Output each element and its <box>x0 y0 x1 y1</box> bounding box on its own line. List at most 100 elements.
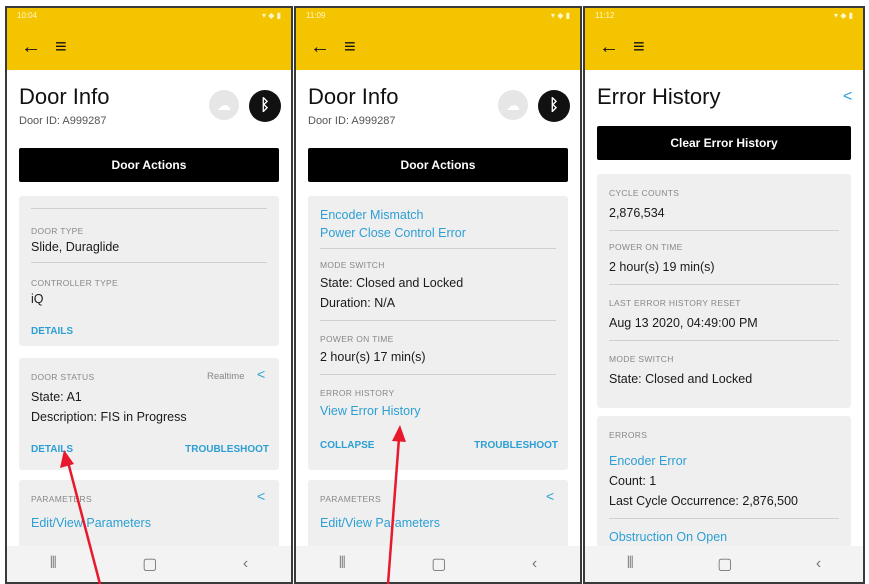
phone-screen-door-info-2: 11:09 ▾ ◆ ▮ ← ≡ Door Info Door ID: A9992… <box>294 6 582 584</box>
share-icon[interactable]: < <box>257 488 265 504</box>
troubleshoot-link[interactable]: TROUBLESHOOT <box>185 444 269 455</box>
mode-duration: Duration: N/A <box>320 296 396 310</box>
content-area: Error History < Clear Error History CYCL… <box>585 70 863 546</box>
errors-card: ERRORS Encoder Error Count: 1 Last Cycle… <box>597 416 851 546</box>
door-id: Door ID: A999287 <box>19 115 107 127</box>
android-nav-bar: ⦀ ▢ ‹ <box>585 546 863 582</box>
divider <box>609 284 839 285</box>
content-area: Door Info Door ID: A999287 ☁ ᛒ Door Acti… <box>7 70 291 546</box>
android-nav-bar: ⦀ ▢ ‹ <box>7 546 291 582</box>
cycle-counts-value: 2,876,534 <box>609 206 665 220</box>
door-state: State: A1 <box>31 390 82 404</box>
page-title: Door Info <box>19 84 110 109</box>
divider <box>31 262 267 263</box>
controller-type-value: iQ <box>31 292 44 306</box>
edit-parameters-link[interactable]: Edit/View Parameters <box>31 516 151 530</box>
hamburger-menu-icon[interactable]: ≡ <box>633 37 645 57</box>
door-actions-button[interactable]: Door Actions <box>308 148 568 182</box>
power-on-caption: POWER ON TIME <box>609 242 683 252</box>
share-icon[interactable]: < <box>843 88 852 106</box>
app-bar: ← ≡ <box>585 24 863 70</box>
app-bar: ← ≡ <box>7 24 291 70</box>
last-reset-value: Aug 13 2020, 04:49:00 PM <box>609 316 758 330</box>
divider <box>320 320 556 321</box>
bluetooth-icon[interactable]: ᛒ <box>249 90 281 122</box>
door-actions-button[interactable]: Door Actions <box>19 148 279 182</box>
errors-caption: ERRORS <box>609 430 648 440</box>
divider <box>609 340 839 341</box>
status-icons: ▾ ◆ ▮ <box>261 11 281 20</box>
status-bar: 10:04 ▾ ◆ ▮ <box>7 8 291 24</box>
parameters-card: PARAMETERS < Edit/View Parameters <box>19 480 279 546</box>
troubleshoot-link[interactable]: TROUBLESHOOT <box>474 440 558 451</box>
status-icons: ▾ ◆ ▮ <box>833 11 853 20</box>
back-arrow-icon[interactable]: ← <box>21 37 41 57</box>
error-encoder-error-link[interactable]: Encoder Error <box>609 454 687 468</box>
screenshot-stage: { "panel1": { "status_time": "10:04", "t… <box>0 0 869 584</box>
divider <box>31 208 267 209</box>
status-time: 10:04 <box>17 11 38 20</box>
bluetooth-icon[interactable]: ᛒ <box>538 90 570 122</box>
error-last-occurrence: Last Cycle Occurrence: 2,876,500 <box>609 494 798 508</box>
mode-switch-caption: MODE SWITCH <box>320 260 385 270</box>
back-nav-icon[interactable]: ‹ <box>816 555 821 573</box>
mode-state: State: Closed and Locked <box>609 372 753 386</box>
status-bar: 11:12 ▾ ◆ ▮ <box>585 8 863 24</box>
cloud-icon[interactable]: ☁ <box>498 90 528 120</box>
status-time: 11:09 <box>306 11 326 20</box>
back-nav-icon[interactable]: ‹ <box>243 555 248 573</box>
collapse-link[interactable]: COLLAPSE <box>320 440 374 451</box>
error-obstruction-on-open-link[interactable]: Obstruction On Open <box>609 530 727 544</box>
divider <box>609 230 839 231</box>
app-bar: ← ≡ <box>296 24 580 70</box>
share-icon[interactable]: < <box>546 488 554 504</box>
edit-parameters-link[interactable]: Edit/View Parameters <box>320 516 440 530</box>
details-link[interactable]: DETAILS <box>31 326 73 337</box>
recents-icon[interactable]: ⦀ <box>50 555 57 573</box>
realtime-label: Realtime <box>207 371 245 382</box>
status-details-link[interactable]: DETAILS <box>31 444 73 455</box>
summary-card: CYCLE COUNTS 2,876,534 POWER ON TIME 2 h… <box>597 174 851 408</box>
content-area: Door Info Door ID: A999287 ☁ ᛒ Door Acti… <box>296 70 580 546</box>
parameters-caption: PARAMETERS <box>31 494 92 504</box>
android-nav-bar: ⦀ ▢ ‹ <box>296 546 580 582</box>
door-description: Description: FIS in Progress <box>31 410 187 424</box>
power-on-caption: POWER ON TIME <box>320 334 394 344</box>
home-icon[interactable]: ▢ <box>431 554 446 574</box>
back-arrow-icon[interactable]: ← <box>599 37 619 57</box>
home-icon[interactable]: ▢ <box>142 554 157 574</box>
back-arrow-icon[interactable]: ← <box>310 37 330 57</box>
page-title: Door Info <box>308 84 399 109</box>
controller-type-caption: CONTROLLER TYPE <box>31 278 119 288</box>
hamburger-menu-icon[interactable]: ≡ <box>344 37 356 57</box>
door-status-card: DOOR STATUS Realtime < State: A1 Descrip… <box>19 358 279 470</box>
cloud-icon[interactable]: ☁ <box>209 90 239 120</box>
share-icon[interactable]: < <box>257 366 265 382</box>
hamburger-menu-icon[interactable]: ≡ <box>55 37 67 57</box>
door-id: Door ID: A999287 <box>308 115 396 127</box>
phone-screen-door-info-1: 10:04 ▾ ◆ ▮ ← ≡ Door Info Door ID: A9992… <box>5 6 293 584</box>
error-link-encoder-mismatch[interactable]: Encoder Mismatch <box>320 208 424 222</box>
door-status-caption: DOOR STATUS <box>31 372 95 382</box>
error-link-power-close[interactable]: Power Close Control Error <box>320 226 466 240</box>
home-icon[interactable]: ▢ <box>717 554 732 574</box>
cycle-counts-caption: CYCLE COUNTS <box>609 188 680 198</box>
page-title: Error History <box>597 84 721 109</box>
mode-switch-caption: MODE SWITCH <box>609 354 674 364</box>
divider <box>320 248 556 249</box>
power-on-value: 2 hour(s) 17 min(s) <box>320 350 426 364</box>
door-details-card: Encoder Mismatch Power Close Control Err… <box>308 196 568 470</box>
door-type-caption: DOOR TYPE <box>31 226 84 236</box>
power-on-value: 2 hour(s) 19 min(s) <box>609 260 715 274</box>
recents-icon[interactable]: ⦀ <box>627 555 634 573</box>
recents-icon[interactable]: ⦀ <box>339 555 346 573</box>
phone-screen-error-history: 11:12 ▾ ◆ ▮ ← ≡ Error History < Clear Er… <box>583 6 865 584</box>
error-history-caption: ERROR HISTORY <box>320 388 395 398</box>
view-error-history-link[interactable]: View Error History <box>320 404 420 418</box>
back-nav-icon[interactable]: ‹ <box>532 555 537 573</box>
door-info-card: DOOR TYPE Slide, Duraglide CONTROLLER TY… <box>19 196 279 346</box>
clear-error-history-button[interactable]: Clear Error History <box>597 126 851 160</box>
parameters-caption: PARAMETERS <box>320 494 381 504</box>
divider <box>609 518 839 519</box>
door-type-value: Slide, Duraglide <box>31 240 120 254</box>
